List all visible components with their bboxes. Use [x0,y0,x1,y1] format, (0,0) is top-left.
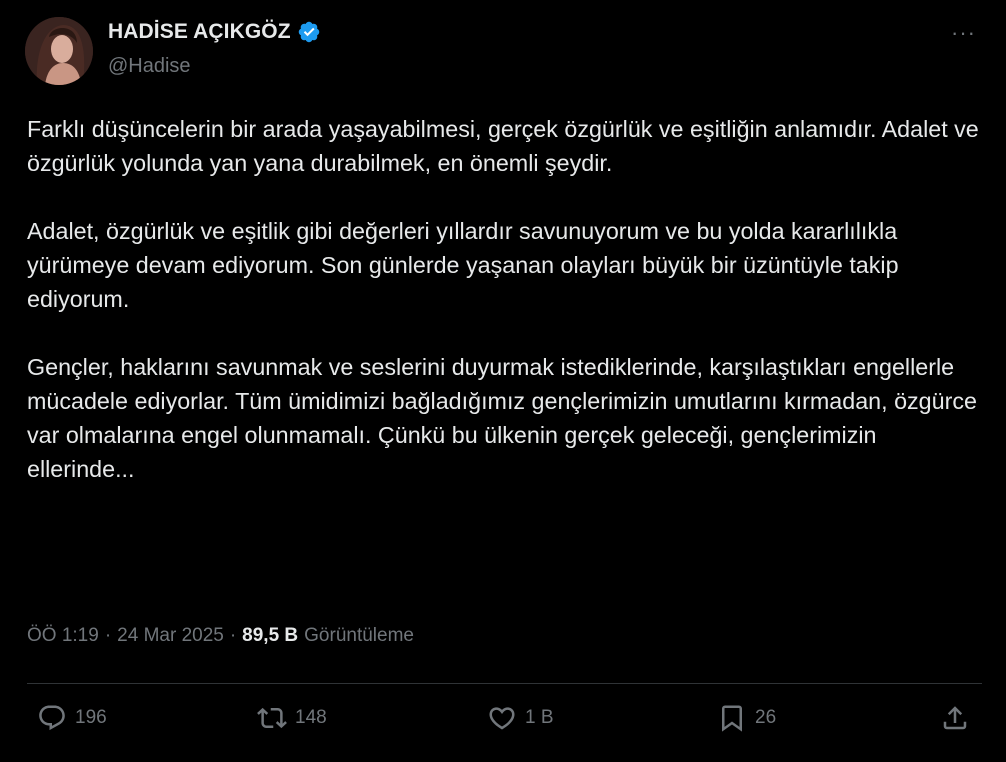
tweet-meta: ÖÖ 1:19 · 24 Mar 2025 · 89,5 B Görüntüle… [27,625,414,647]
tweet-text: Farklı düşüncelerin bir arada yaşayabilm… [27,112,982,486]
action-bar: 196 148 1 B 26 [27,703,982,743]
like-button[interactable]: 1 B [487,703,554,733]
verified-badge-icon [297,20,321,44]
author-name-row[interactable]: HADİSE AÇIKGÖZ [108,20,321,44]
author-handle[interactable]: @Hadise [108,55,191,78]
tweet-paragraph-3: Gençler, haklarını savunmak ve seslerini… [27,354,977,482]
meta-separator: · [229,625,237,646]
bookmark-icon [722,705,742,732]
divider [27,683,982,684]
avatar-image [25,17,93,85]
views-label: Görüntüleme [304,625,414,646]
reply-icon [39,705,65,731]
retweet-count: 148 [295,707,327,728]
retweet-icon [257,707,287,729]
tweet-paragraph-1: Farklı düşüncelerin bir arada yaşayabilm… [27,116,979,176]
tweet-date[interactable]: 24 Mar 2025 [117,625,224,647]
more-icon[interactable]: ··· [951,20,976,46]
retweet-button[interactable]: 148 [257,703,327,733]
like-count: 1 B [525,707,554,728]
avatar[interactable] [25,17,93,85]
bookmark-button[interactable]: 26 [717,703,776,733]
tweet-paragraph-2: Adalet, özgürlük ve eşitlik gibi değerle… [27,218,899,312]
meta-separator: · [104,625,112,646]
heart-icon [489,707,515,730]
display-name[interactable]: HADİSE AÇIKGÖZ [108,20,291,44]
share-button[interactable] [940,703,970,733]
reply-button[interactable]: 196 [37,703,107,733]
reply-count: 196 [75,707,107,728]
bookmark-count: 26 [755,707,777,728]
tweet-card: HADİSE AÇIKGÖZ @Hadise ··· Farklı düşünc… [0,0,1006,762]
tweet-time[interactable]: ÖÖ 1:19 [27,625,99,647]
views-count: 89,5 B [242,625,299,646]
share-icon [943,706,967,730]
